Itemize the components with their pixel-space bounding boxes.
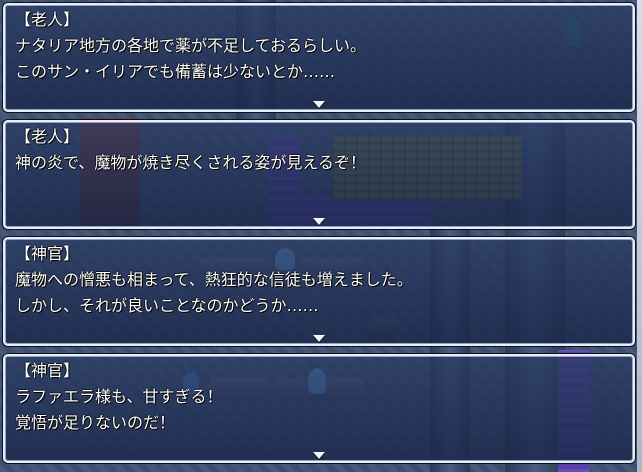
pause-arrow-icon: [313, 335, 325, 342]
message-window-2[interactable]: 【老人】 神の炎で、魔物が焼き尽くされる姿が見えるぞ！: [3, 120, 635, 229]
pause-arrow-icon: [313, 218, 325, 225]
game-screen: 【老人】 ナタリア地方の各地で薬が不足しておるらしい。 このサン・イリアでも備蓄…: [0, 0, 642, 472]
speaker-name: 【神官】: [15, 244, 80, 263]
message-window-4[interactable]: 【神官】 ラファエラ様も、甘すぎる！ 覚悟が足りないのだ！: [3, 354, 635, 463]
message-line: ラファエラ様も、甘すぎる！: [15, 387, 223, 406]
message-line: ナタリア地方の各地で薬が不足しておるらしい。: [15, 36, 367, 55]
message-window-1[interactable]: 【老人】 ナタリア地方の各地で薬が不足しておるらしい。 このサン・イリアでも備蓄…: [3, 3, 635, 112]
message-line: しかし、それが良いことなのかどうか……: [15, 296, 319, 315]
message-line: このサン・イリアでも備蓄は少ないとか……: [15, 62, 336, 81]
message-line: 覚悟が足りないのだ！: [15, 413, 176, 432]
speaker-name: 【神官】: [15, 361, 80, 380]
message-line: 神の炎で、魔物が焼き尽くされる姿が見えるぞ！: [15, 153, 366, 172]
speaker-name: 【老人】: [15, 127, 80, 146]
pause-arrow-icon: [313, 452, 325, 459]
message-line: 魔物への憎悪も相まって、熱狂的な信徒も増えました。: [15, 270, 413, 289]
pause-arrow-icon: [313, 101, 325, 108]
speaker-name: 【老人】: [15, 10, 80, 29]
message-window-3[interactable]: 【神官】 魔物への憎悪も相まって、熱狂的な信徒も増えました。 しかし、それが良い…: [3, 237, 635, 346]
window-edge: [637, 0, 642, 472]
